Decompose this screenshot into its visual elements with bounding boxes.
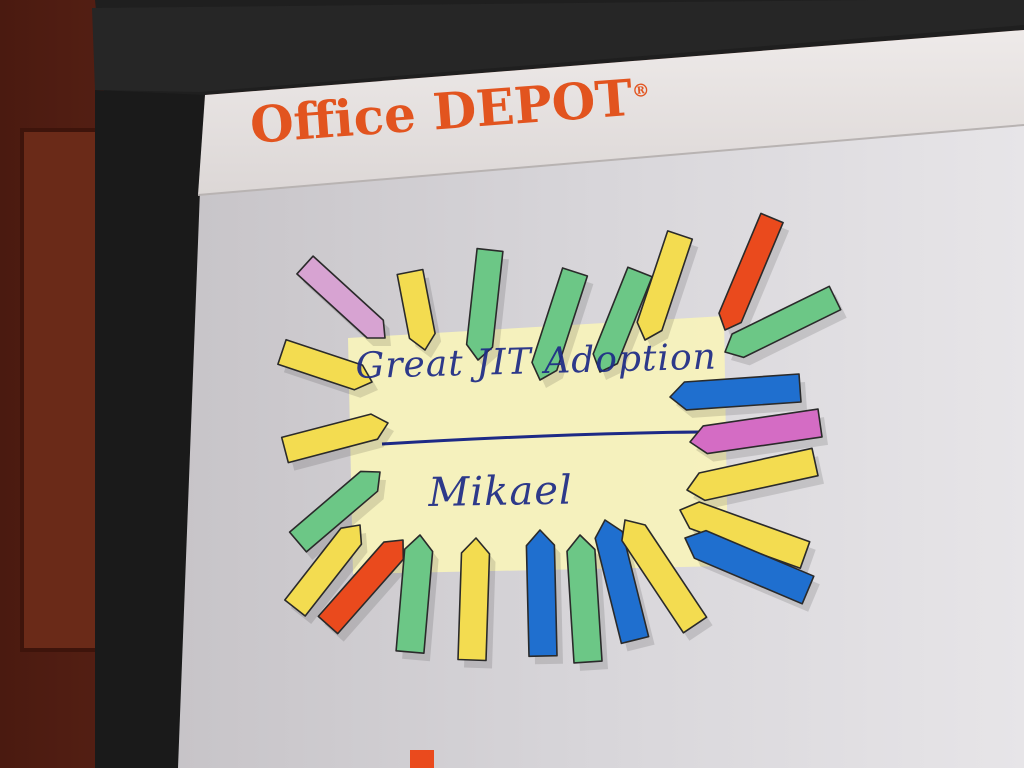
brand-mark: ® <box>631 79 651 103</box>
yellow-index-flag <box>457 537 491 662</box>
red-index-flag <box>410 750 434 768</box>
note-name: Mikael <box>428 467 574 516</box>
blue-index-flag <box>525 529 558 658</box>
